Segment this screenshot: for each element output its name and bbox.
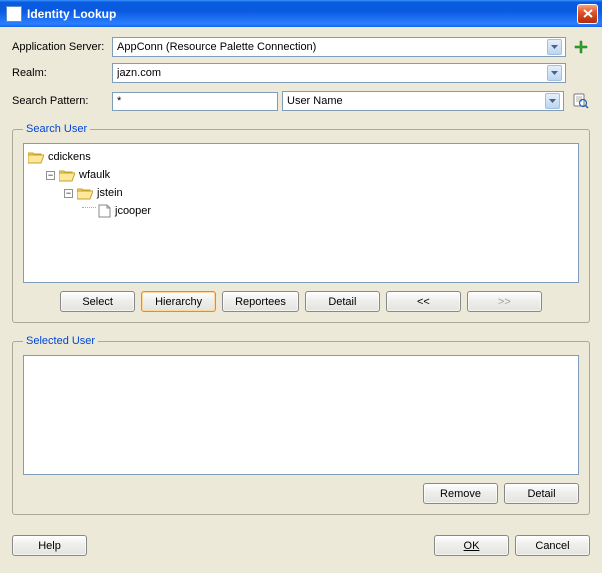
close-icon [583,9,593,18]
folder-open-icon [77,187,93,200]
tree-label: jcooper [115,205,151,217]
search-user-legend: Search User [23,123,90,135]
help-button[interactable]: Help [12,535,87,556]
ok-button[interactable]: OK [434,535,509,556]
tree-node[interactable]: cdickens [28,148,574,166]
remove-button[interactable]: Remove [423,483,498,504]
selected-user-legend: Selected User [23,335,98,347]
tree-node[interactable]: − wfaulk [28,166,574,184]
app-server-label: Application Server: [12,41,112,53]
add-connection-button[interactable] [572,38,590,56]
folder-open-icon [28,151,44,164]
chevron-down-icon [545,93,560,109]
tree-node[interactable]: jcooper [28,202,574,220]
collapse-toggle[interactable]: − [46,171,55,180]
search-pattern-input[interactable] [112,92,278,111]
app-server-dropdown[interactable]: AppConn (Resource Palette Connection) [112,37,566,57]
close-button[interactable] [577,4,598,24]
selected-detail-button[interactable]: Detail [504,483,579,504]
plus-icon [573,39,589,55]
realm-dropdown[interactable]: jazn.com [112,63,566,83]
search-button[interactable] [572,92,590,110]
app-icon [6,6,22,22]
reportees-button[interactable]: Reportees [222,291,299,312]
tree-label: jstein [97,187,123,199]
title-bar: Identity Lookup [0,0,602,27]
collapse-toggle[interactable]: − [64,189,73,198]
next-page-button[interactable]: >> [467,291,542,312]
search-type-value: User Name [287,95,545,107]
folder-open-icon [59,169,75,182]
app-server-value: AppConn (Resource Palette Connection) [117,41,547,53]
search-icon [573,93,589,109]
tree-label: cdickens [48,151,91,163]
selected-user-group: Selected User Remove Detail [12,335,590,515]
realm-label: Realm: [12,67,112,79]
chevron-down-icon [547,65,562,81]
dialog-footer: Help OK Cancel [0,525,602,566]
search-user-group: Search User cdickens − wfaulk − jstein [12,123,590,323]
search-pattern-label: Search Pattern: [12,95,112,107]
selected-user-list[interactable] [23,355,579,475]
tree-label: wfaulk [79,169,110,181]
cancel-button[interactable]: Cancel [515,535,590,556]
window-title: Identity Lookup [27,7,577,21]
search-type-dropdown[interactable]: User Name [282,91,564,111]
realm-value: jazn.com [117,67,547,79]
select-button[interactable]: Select [60,291,135,312]
user-tree[interactable]: cdickens − wfaulk − jstein jcooper [23,143,579,283]
chevron-down-icon [547,39,562,55]
tree-node[interactable]: − jstein [28,184,574,202]
hierarchy-button[interactable]: Hierarchy [141,291,216,312]
file-icon [98,204,111,218]
detail-button[interactable]: Detail [305,291,380,312]
prev-page-button[interactable]: << [386,291,461,312]
